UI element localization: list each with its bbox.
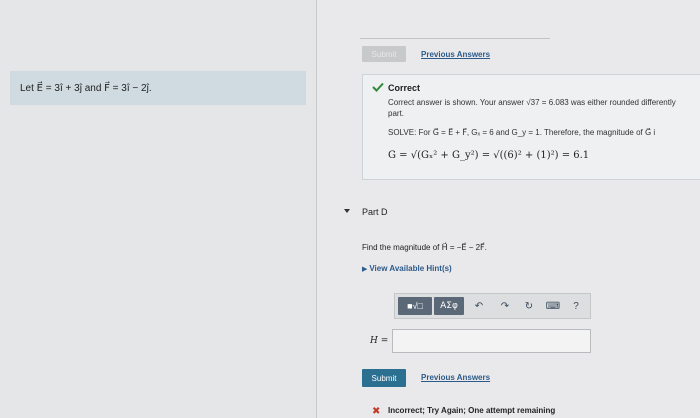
solve-text: SOLVE: For G⃗ = E⃗ + F⃗, Gₓ = 6 and G_y …	[388, 128, 656, 137]
solution-formula: G = √(Gₓ² + G_y²) = √((6)² + (1)²) = 6.1	[388, 150, 590, 161]
collapse-caret-icon[interactable]	[344, 209, 350, 213]
incorrect-icon: ✖	[372, 406, 381, 417]
feedback-message: Correct answer is shown. Your answer √37…	[388, 97, 700, 119]
undo-icon[interactable]: ↶	[471, 297, 487, 315]
templates-button[interactable]: ■√□	[398, 297, 432, 315]
problem-text: Let E⃗ = 3î + 3ĵ and F⃗ = 3î − 2ĵ.	[20, 82, 152, 94]
answer-input[interactable]	[392, 329, 591, 353]
incorrect-feedback: Incorrect; Try Again; One attempt remain…	[388, 406, 556, 415]
feedback-message-line-1: Correct answer is shown. Your answer √37…	[388, 98, 676, 107]
left-pane	[0, 0, 317, 418]
feedback-message-line-2: part.	[388, 109, 405, 118]
submit-button[interactable]: Submit	[362, 369, 406, 387]
part-d-title: Part D	[362, 207, 388, 217]
previous-answers-link-d[interactable]: Previous Answers	[421, 373, 490, 382]
reset-icon[interactable]: ↻	[521, 297, 537, 315]
help-icon[interactable]: ?	[568, 297, 584, 315]
check-icon	[372, 82, 384, 92]
keyboard-icon[interactable]: ⌨	[545, 297, 561, 315]
submit-button-disabled: Submit	[362, 46, 406, 62]
problem-statement: Let E⃗ = 3î + 3ĵ and F⃗ = 3î − 2ĵ.	[10, 71, 306, 105]
view-hints-link[interactable]: ▶ View Available Hint(s)	[362, 264, 452, 273]
divider	[360, 38, 550, 39]
previous-answers-link[interactable]: Previous Answers	[421, 50, 490, 59]
feedback-title: Correct	[388, 83, 421, 93]
part-d-question: Find the magnitude of H⃗ = −E⃗ − 2F⃗.	[362, 243, 487, 252]
hint-label: View Available Hint(s)	[369, 264, 452, 273]
symbols-button[interactable]: ΑΣφ	[434, 297, 464, 315]
redo-icon[interactable]: ↷	[497, 297, 513, 315]
answer-label: H =	[370, 336, 389, 346]
